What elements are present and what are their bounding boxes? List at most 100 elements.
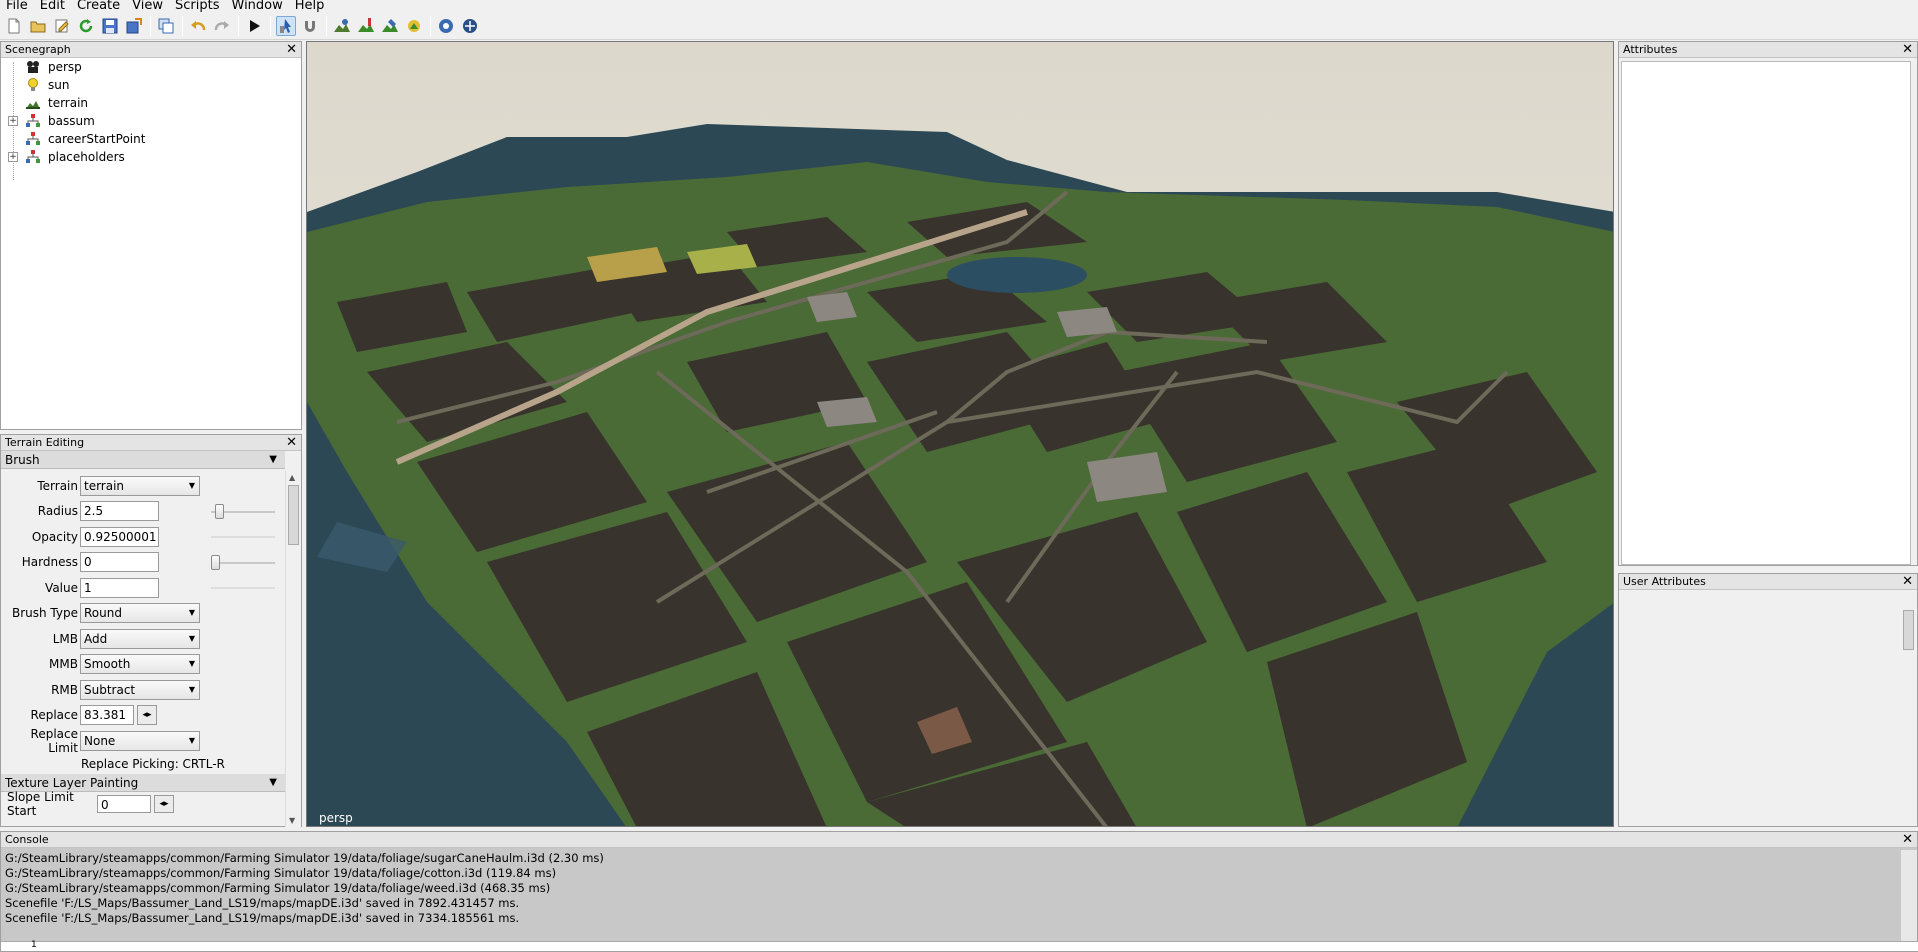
close-icon[interactable]: ✕: [286, 435, 297, 451]
field-label: Replace: [30, 708, 78, 723]
refresh-icon[interactable]: [76, 16, 96, 36]
console-input[interactable]: 1: [1, 940, 1918, 951]
toolbar-separator: [430, 16, 431, 36]
tree-item-label: terrain: [48, 96, 89, 110]
light-bulb-icon: [24, 77, 42, 93]
expand-icon[interactable]: +: [8, 152, 18, 162]
radius-slider[interactable]: [211, 503, 275, 519]
replace-limit-select[interactable]: None ▼: [80, 730, 200, 751]
chevron-down-icon: ▼: [188, 633, 195, 643]
tree-item-sun[interactable]: sun: [1, 76, 301, 94]
tree-item-terrain[interactable]: terrain: [1, 94, 301, 112]
network-icon[interactable]: [460, 16, 480, 36]
tree-item-careerstartpoint[interactable]: careerStartPoint: [1, 130, 301, 148]
grass-paint-icon[interactable]: [404, 16, 424, 36]
console-panel: Console ✕ G:/SteamLibrary/steamapps/comm…: [0, 831, 1918, 952]
brush-type-row: Brush Type Round ▼: [1, 601, 285, 627]
vertical-scrollbar[interactable]: ▲ ▼: [285, 471, 301, 827]
scroll-down-icon[interactable]: ▼: [289, 816, 295, 825]
close-icon[interactable]: ✕: [1902, 42, 1913, 58]
menu-create[interactable]: Create: [71, 0, 126, 12]
hardness-slider[interactable]: [211, 554, 275, 570]
open-folder-icon[interactable]: [28, 16, 48, 36]
slope-limit-input[interactable]: 0: [97, 794, 151, 813]
close-icon[interactable]: ✕: [1902, 832, 1913, 848]
toolbar: [0, 13, 1918, 40]
redo-icon[interactable]: [212, 16, 232, 36]
terrain-sculpt-icon[interactable]: [332, 16, 352, 36]
brush-type-select[interactable]: Round ▼: [80, 603, 200, 624]
menu-scripts[interactable]: Scripts: [169, 0, 225, 12]
field-label: Brush Type: [11, 606, 78, 621]
mmb-select[interactable]: Smooth ▼: [80, 654, 200, 675]
hardness-input[interactable]: 0: [80, 552, 159, 573]
terrain-scene: persp: [307, 42, 1613, 826]
menu-edit[interactable]: Edit: [34, 0, 71, 12]
tree-item-label: careerStartPoint: [48, 132, 146, 146]
scroll-thumb[interactable]: [288, 485, 299, 545]
menu-help[interactable]: Help: [289, 0, 331, 12]
close-icon[interactable]: ✕: [1902, 574, 1913, 590]
foliage-paint-icon[interactable]: [380, 16, 400, 36]
toolbar-separator: [238, 16, 239, 36]
console-output: G:/SteamLibrary/steamapps/common/Farming…: [5, 851, 604, 926]
menu-window[interactable]: Window: [226, 0, 289, 12]
field-label: RMB: [51, 682, 78, 697]
swap-arrows-icon[interactable]: ◂▸: [154, 794, 174, 813]
close-icon[interactable]: ✕: [286, 42, 297, 58]
settings-globe-icon[interactable]: [436, 16, 456, 36]
scroll-thumb[interactable]: [1903, 610, 1914, 650]
value-input[interactable]: 1: [80, 577, 159, 598]
console-line: Scenefile 'F:/LS_Maps/Bassumer_Land_LS19…: [5, 896, 520, 910]
new-file-icon[interactable]: [4, 16, 24, 36]
menu-file[interactable]: File: [0, 0, 34, 12]
tree-item-placeholders[interactable]: + placeholders: [1, 148, 301, 166]
collapse-arrow-icon: ▼: [269, 776, 277, 788]
panel-title: Attributes ✕: [1619, 42, 1917, 58]
replace-input[interactable]: 83.381: [80, 705, 134, 726]
terrain-paint-icon[interactable]: [356, 16, 376, 36]
terrain-select[interactable]: terrain ▼: [80, 475, 200, 496]
menu-view[interactable]: View: [126, 0, 169, 12]
field-label: MMB: [49, 657, 78, 672]
slider-thumb[interactable]: [215, 503, 225, 519]
select-value: Smooth: [84, 657, 131, 672]
panel-title: Console ✕: [1, 832, 1917, 848]
opacity-input[interactable]: 0.92500001: [80, 526, 159, 547]
select-tool-icon[interactable]: [276, 16, 296, 36]
export-icon[interactable]: [124, 16, 144, 36]
slider-thumb[interactable]: [211, 554, 220, 570]
select-value: Subtract: [84, 682, 136, 697]
lmb-select[interactable]: Add ▼: [80, 628, 200, 649]
field-label: LMB: [52, 631, 78, 646]
tree-item-bassum[interactable]: + bassum: [1, 112, 301, 130]
clone-icon[interactable]: [156, 16, 176, 36]
3d-viewport[interactable]: persp: [306, 41, 1614, 827]
vertical-scrollbar[interactable]: [1901, 850, 1917, 942]
console-title: Console: [5, 833, 49, 846]
swap-arrows-icon[interactable]: ◂▸: [137, 705, 157, 726]
select-value: None: [84, 733, 116, 748]
radius-input[interactable]: 2.5: [80, 501, 159, 522]
value-row: Value 1: [1, 575, 285, 601]
undo-icon[interactable]: [188, 16, 208, 36]
save-icon[interactable]: [100, 16, 120, 36]
tree-item-persp[interactable]: persp: [1, 58, 301, 76]
expand-icon[interactable]: +: [8, 116, 18, 126]
brush-section-header[interactable]: Brush ▼: [1, 451, 285, 469]
edit-icon[interactable]: [52, 16, 72, 36]
rmb-select[interactable]: Subtract ▼: [80, 679, 200, 700]
toolbar-separator: [150, 16, 151, 36]
select-value: Round: [84, 606, 122, 621]
play-icon[interactable]: [244, 16, 264, 36]
scroll-up-icon[interactable]: ▲: [289, 473, 295, 482]
select-value: Add: [84, 631, 108, 646]
toolbar-separator: [326, 16, 327, 36]
radius-row: Radius 2.5: [1, 499, 285, 525]
value-slider[interactable]: [211, 587, 275, 589]
opacity-slider[interactable]: [211, 536, 275, 538]
vertical-scrollbar[interactable]: [1901, 592, 1917, 826]
magnet-icon[interactable]: [300, 16, 320, 36]
rmb-row: RMB Subtract ▼: [1, 677, 285, 703]
